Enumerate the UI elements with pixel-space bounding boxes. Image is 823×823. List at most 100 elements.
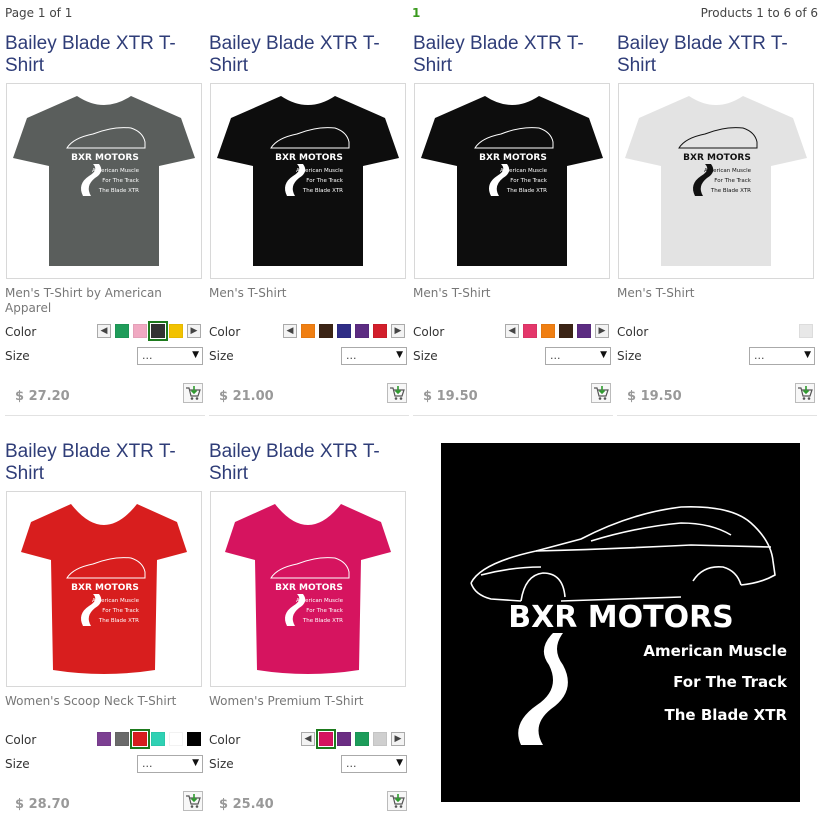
add-to-cart-icon[interactable] — [795, 383, 815, 403]
size-select-value: ... — [550, 349, 561, 362]
swatch-next-arrow[interactable]: ▶ — [391, 324, 405, 338]
product-price: $ 19.50 — [627, 389, 682, 404]
add-to-cart-icon[interactable] — [387, 791, 407, 811]
color-label: Color — [617, 325, 649, 339]
tshirt-print-line: The Blade XTR — [302, 188, 343, 194]
color-swatch[interactable] — [355, 324, 369, 338]
size-select[interactable]: ... ▼ — [749, 347, 815, 365]
size-select[interactable]: ... ▼ — [341, 755, 407, 773]
product-card: Bailey Blade XTR T-Shirt BXR MOTORS Americ… — [209, 441, 409, 823]
color-swatch[interactable] — [337, 324, 351, 338]
tshirt-image[interactable]: BXR MOTORS American Muscle For The Track Th… — [213, 86, 403, 276]
tshirt-print-line: The Blade XTR — [506, 188, 547, 194]
color-swatch[interactable] — [541, 324, 555, 338]
color-swatch[interactable] — [373, 732, 387, 746]
product-price: $ 19.50 — [423, 389, 478, 404]
color-label: Color — [209, 733, 241, 747]
color-swatch[interactable] — [319, 324, 333, 338]
page-number-link[interactable]: 1 — [412, 6, 420, 20]
color-swatch[interactable] — [130, 729, 150, 749]
tshirt-print-line: American Muscle — [296, 168, 344, 174]
size-label: Size — [617, 349, 642, 363]
size-select-value: ... — [754, 349, 765, 362]
swatch-next-arrow[interactable]: ▶ — [187, 324, 201, 338]
color-label: Color — [5, 325, 37, 339]
add-to-cart-icon[interactable] — [591, 383, 611, 403]
color-swatch[interactable] — [148, 321, 168, 341]
chevron-down-icon: ▼ — [396, 350, 403, 360]
product-title-link[interactable]: Bailey Blade XTR T-Shirt — [617, 33, 817, 79]
add-to-cart-icon[interactable] — [387, 383, 407, 403]
size-select[interactable]: ... ▼ — [137, 347, 203, 365]
chevron-down-icon: ▼ — [396, 758, 403, 768]
product-card: Bailey Blade XTR T-Shirt BXR MOTORS Americ… — [5, 441, 205, 823]
color-swatch[interactable] — [316, 729, 336, 749]
add-to-cart-icon[interactable] — [183, 791, 203, 811]
product-image-frame[interactable]: BXR MOTORS American Muscle For The Track Th… — [618, 83, 814, 279]
tshirt-print-line: The Blade XTR — [98, 618, 139, 624]
color-swatch[interactable] — [301, 324, 315, 338]
swatch-prev-arrow[interactable]: ◀ — [283, 324, 297, 338]
product-image-frame[interactable]: BXR MOTORS American Muscle For The Track Th… — [414, 83, 610, 279]
product-image-frame[interactable]: BXR MOTORS American Muscle For The Track Th… — [6, 83, 202, 279]
product-price: $ 27.20 — [15, 389, 70, 404]
color-swatch[interactable] — [337, 732, 351, 746]
tshirt-print-line: American Muscle — [296, 598, 344, 604]
swatch-next-arrow[interactable]: ▶ — [595, 324, 609, 338]
product-title-link[interactable]: Bailey Blade XTR T-Shirt — [413, 33, 613, 79]
tshirt-print-brand: BXR MOTORS — [479, 153, 547, 163]
product-type-label: Men's T-Shirt — [413, 286, 491, 300]
product-price: $ 28.70 — [15, 797, 70, 812]
tshirt-print-brand: BXR MOTORS — [683, 153, 751, 163]
size-select[interactable]: ... ▼ — [545, 347, 611, 365]
tshirt-image[interactable]: BXR MOTORS American Muscle For The Track Th… — [621, 86, 811, 276]
tshirt-image[interactable]: BXR MOTORS American Muscle For The Track Th… — [213, 494, 403, 684]
chevron-down-icon: ▼ — [192, 350, 199, 360]
tshirt-print-line: For The Track — [306, 178, 344, 184]
swatch-prev-arrow[interactable]: ◀ — [301, 732, 315, 746]
color-swatch[interactable] — [523, 324, 537, 338]
color-swatch[interactable] — [169, 732, 183, 746]
color-swatch[interactable] — [373, 324, 387, 338]
row-divider — [617, 415, 817, 416]
color-swatch[interactable] — [133, 324, 147, 338]
color-swatch[interactable] — [187, 732, 201, 746]
tshirt-image[interactable]: BXR MOTORS American Muscle For The Track Th… — [9, 86, 199, 276]
banner-line-2: For The Track — [673, 673, 788, 691]
page-info: Page 1 of 1 — [5, 6, 73, 20]
color-swatch-picker: ◀ ▶ — [281, 322, 407, 340]
product-title-link[interactable]: Bailey Blade XTR T-Shirt — [5, 441, 205, 487]
product-title-link[interactable]: Bailey Blade XTR T-Shirt — [5, 33, 205, 79]
product-image-frame[interactable]: BXR MOTORS American Muscle For The Track Th… — [210, 83, 406, 279]
swatch-next-arrow[interactable]: ▶ — [391, 732, 405, 746]
banner-line-3: The Blade XTR — [665, 706, 788, 724]
product-title-link[interactable]: Bailey Blade XTR T-Shirt — [209, 33, 409, 79]
color-swatch[interactable] — [151, 732, 165, 746]
product-title-link[interactable]: Bailey Blade XTR T-Shirt — [209, 441, 409, 487]
color-swatch[interactable] — [169, 324, 183, 338]
color-swatch[interactable] — [115, 324, 129, 338]
color-swatch[interactable] — [577, 324, 591, 338]
color-swatch[interactable] — [799, 324, 813, 338]
add-to-cart-icon[interactable] — [183, 383, 203, 403]
size-label: Size — [413, 349, 438, 363]
color-swatch[interactable] — [97, 732, 111, 746]
size-select[interactable]: ... ▼ — [341, 347, 407, 365]
size-select[interactable]: ... ▼ — [137, 755, 203, 773]
color-swatch-picker: ◀ ▶ — [299, 729, 407, 749]
tshirt-print-line: The Blade XTR — [302, 618, 343, 624]
tshirt-image[interactable]: BXR MOTORS American Muscle For The Track Th… — [417, 86, 607, 276]
tshirt-print-line: American Muscle — [500, 168, 548, 174]
product-image-frame[interactable]: BXR MOTORS American Muscle For The Track Th… — [6, 491, 202, 687]
color-swatch[interactable] — [355, 732, 369, 746]
product-type-label: Men's T-Shirt by American Apparel — [5, 286, 162, 315]
color-swatch[interactable] — [559, 324, 573, 338]
banner-brand: BXR MOTORS — [508, 600, 734, 635]
color-swatch[interactable] — [115, 732, 129, 746]
tshirt-image[interactable]: BXR MOTORS American Muscle For The Track Th… — [9, 494, 199, 684]
product-image-frame[interactable]: BXR MOTORS American Muscle For The Track Th… — [210, 491, 406, 687]
product-card: Bailey Blade XTR T-Shirt BXR MOTORS Americ… — [5, 33, 205, 417]
color-label: Color — [413, 325, 445, 339]
swatch-prev-arrow[interactable]: ◀ — [505, 324, 519, 338]
swatch-prev-arrow[interactable]: ◀ — [97, 324, 111, 338]
